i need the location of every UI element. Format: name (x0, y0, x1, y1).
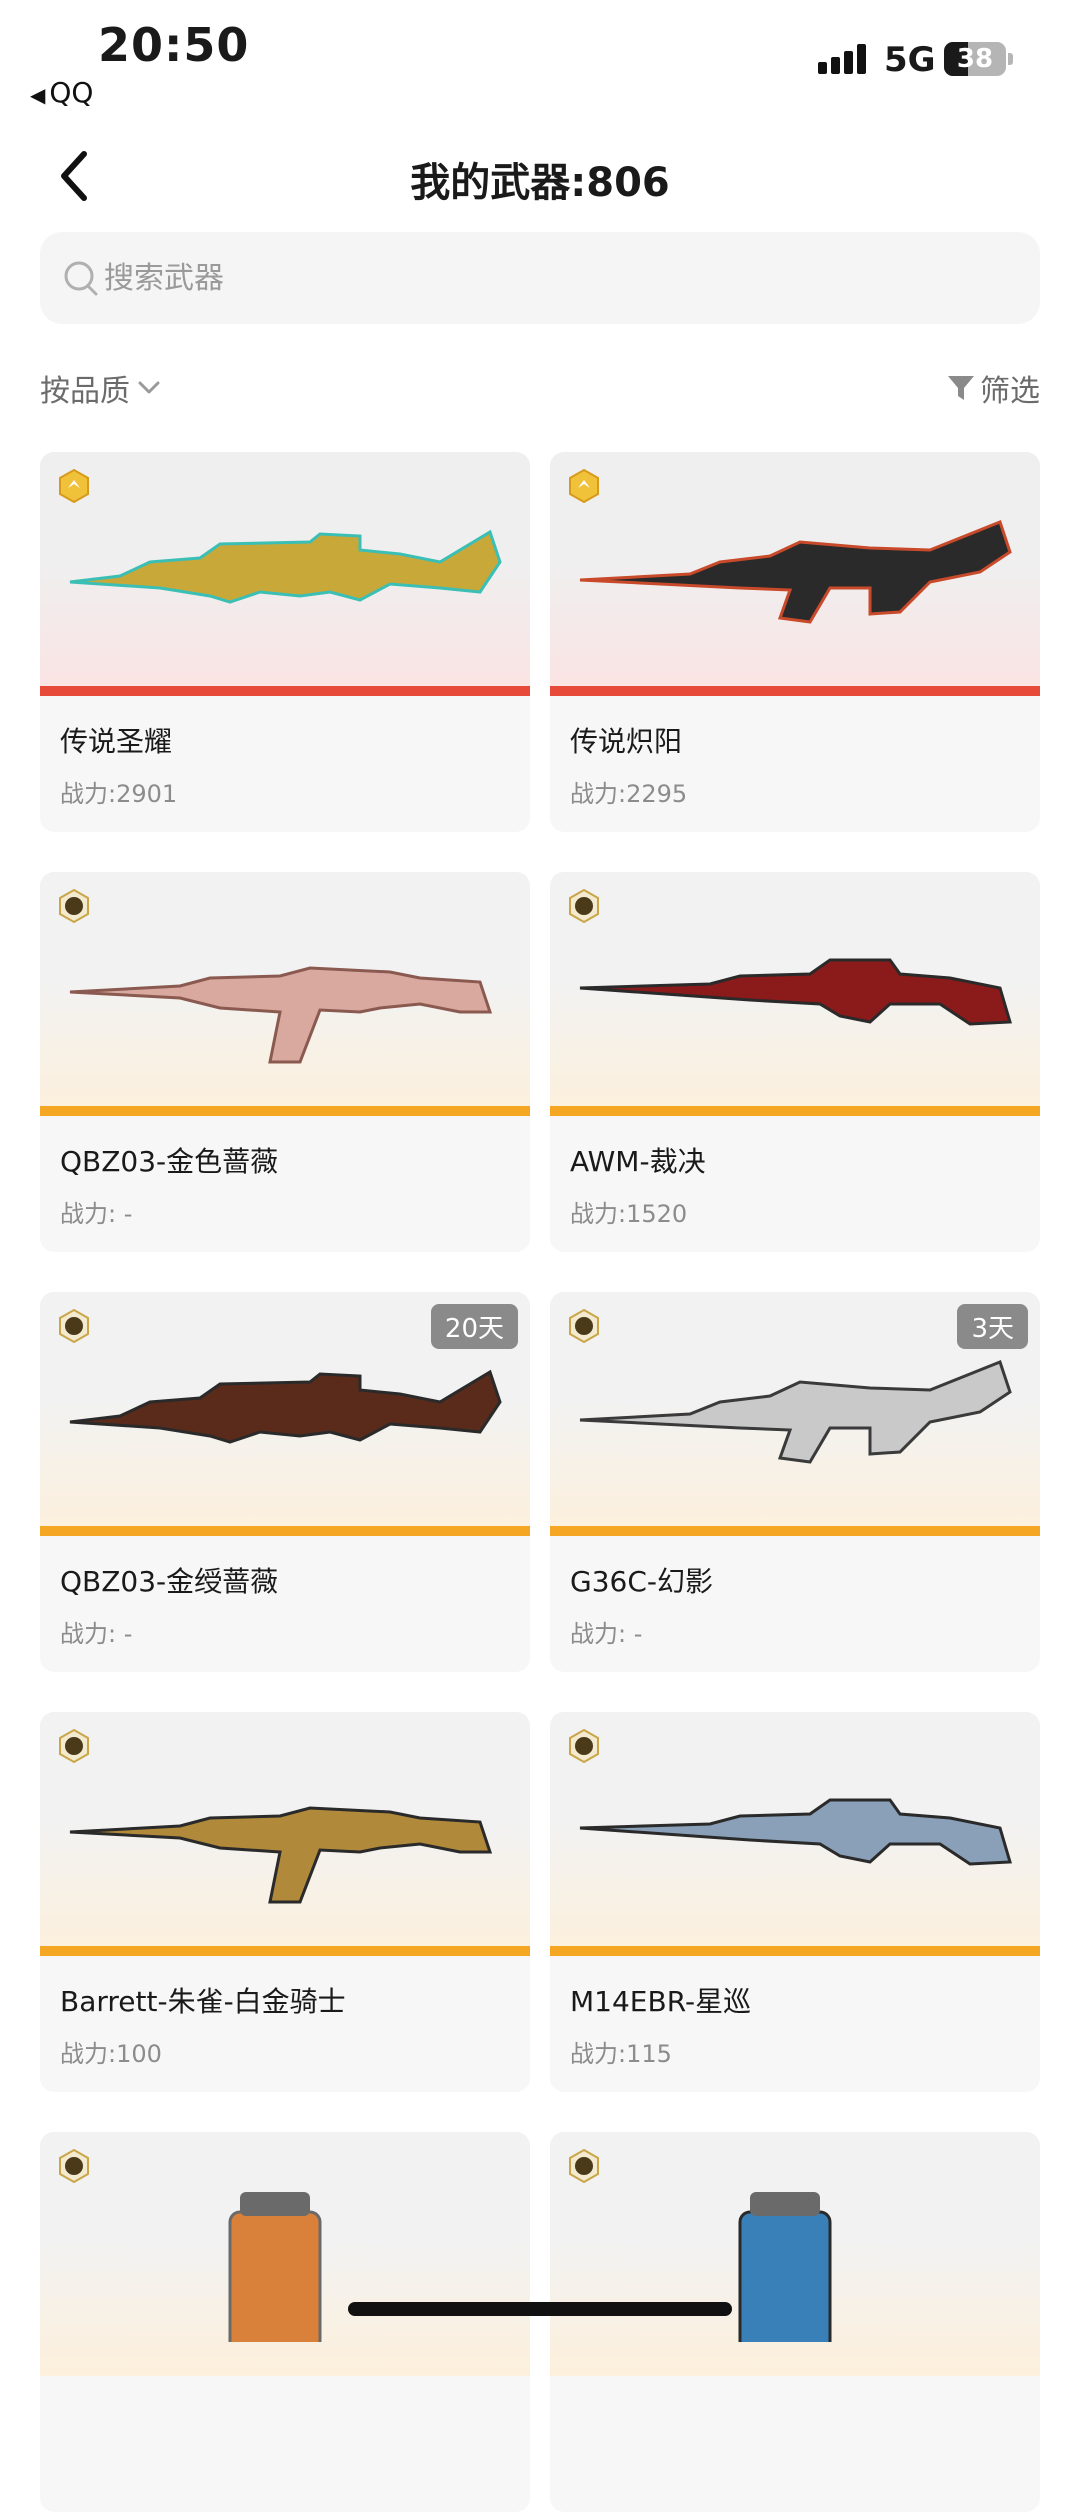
weapon-name: Barrett-朱雀-白金骑士 (60, 1985, 346, 2018)
v-badge-icon (569, 2148, 599, 2184)
weapon-power: 战力:2295 (570, 780, 688, 808)
weapon-illustration (228, 2192, 322, 2342)
page-title: 我的武器:806 (410, 160, 670, 206)
weapon-illustration (69, 1806, 493, 1904)
weapon-illustration (69, 1369, 502, 1444)
weapon-name: QBZ03-金色蔷薇 (60, 1145, 279, 1178)
weapon-power: 战力:100 (60, 2040, 162, 2068)
weapon-power: 战力:1520 (570, 1200, 688, 1228)
weapon-card[interactable]: 传说圣耀战力:2901 (40, 452, 530, 832)
battery-icon: 38 (944, 42, 1006, 76)
weapon-illustration (69, 966, 493, 1064)
quality-bar (550, 686, 1040, 696)
filter-button[interactable]: 筛选 (946, 366, 1040, 410)
weapon-illustration (69, 529, 502, 604)
weapon-card[interactable]: M14EBR-星巡战力:115 (550, 1712, 1040, 2092)
weapon-card[interactable] (40, 2132, 530, 2512)
status-bar: 20:50 ◀ QQ 5G 38 (0, 0, 1080, 120)
weapon-card[interactable]: AWM-裁决战力:1520 (550, 872, 1040, 1252)
weapon-image (550, 452, 1040, 696)
v-badge-icon (59, 2148, 89, 2184)
weapon-card[interactable]: QBZ03-金色蔷薇战力: - (40, 872, 530, 1252)
sort-label: 按品质 (40, 374, 130, 409)
quality-bar (40, 1526, 530, 1536)
weapon-card[interactable]: 20天 QBZ03-金绶蔷薇战力: - (40, 1292, 530, 1672)
back-to-app-link[interactable]: ◀ QQ (30, 76, 93, 109)
search-bar[interactable] (40, 232, 1040, 324)
search-input[interactable] (104, 232, 1004, 324)
weapon-illustration (738, 2192, 832, 2342)
quality-bar (550, 1106, 1040, 1116)
expiry-badge: 3天 (957, 1304, 1028, 1349)
weapon-power: 战力:115 (570, 2040, 672, 2068)
weapon-name: 传说圣耀 (60, 725, 173, 758)
weapon-power: 战力:2901 (60, 780, 178, 808)
back-app-label: QQ (49, 76, 94, 109)
quality-bar (40, 1946, 530, 1956)
weapon-image (550, 2132, 1040, 2376)
weapon-image (40, 1712, 530, 1956)
legend-badge-icon (569, 468, 599, 504)
weapon-card[interactable]: 3天 G36C-幻影战力: - (550, 1292, 1040, 1672)
weapon-card[interactable]: 传说炽阳战力:2295 (550, 452, 1040, 832)
v-badge-icon (569, 1308, 599, 1344)
weapon-name: M14EBR-星巡 (570, 1985, 752, 2018)
legend-badge-icon (59, 468, 89, 504)
search-icon (64, 261, 98, 296)
weapon-image: 3天 (550, 1292, 1040, 1536)
weapon-name: QBZ03-金绶蔷薇 (60, 1565, 279, 1598)
nav-bar: 我的武器:806 (0, 130, 1080, 220)
filter-label: 筛选 (980, 374, 1040, 409)
home-indicator (348, 2302, 732, 2316)
weapon-name: 传说炽阳 (570, 725, 683, 758)
weapon-power: 战力: - (60, 1200, 133, 1228)
weapon-power: 战力: - (60, 1620, 133, 1648)
expiry-badge: 20天 (430, 1304, 518, 1349)
weapon-image: 20天 (40, 1292, 530, 1536)
v-badge-icon (59, 1728, 89, 1764)
weapon-card[interactable] (550, 2132, 1040, 2512)
weapon-illustration (579, 1360, 1012, 1464)
battery-level: 38 (956, 44, 994, 74)
chevron-down-icon (138, 381, 160, 394)
weapon-name: G36C-幻影 (570, 1565, 713, 1598)
weapon-power: 战力: - (570, 1620, 643, 1648)
weapon-illustration (579, 520, 1012, 624)
quality-bar (550, 1526, 1040, 1536)
weapon-image (40, 2132, 530, 2376)
weapon-image (40, 872, 530, 1116)
quality-bar (550, 1946, 1040, 1956)
quality-bar (40, 686, 530, 696)
sort-by-quality-dropdown[interactable]: 按品质 (40, 366, 164, 410)
network-type: 5G (884, 40, 936, 80)
weapon-name: AWM-裁决 (570, 1145, 706, 1178)
signal-icon (818, 44, 866, 74)
quality-bar (40, 1106, 530, 1116)
v-badge-icon (569, 1728, 599, 1764)
status-time: 20:50 (98, 18, 250, 72)
v-badge-icon (569, 888, 599, 924)
weapon-illustration (579, 1798, 1012, 1866)
weapon-image (550, 1712, 1040, 1956)
weapon-card[interactable]: Barrett-朱雀-白金骑士战力:100 (40, 1712, 530, 2092)
battery-nub (1008, 53, 1013, 65)
weapon-image (550, 872, 1040, 1116)
weapon-image (40, 452, 530, 696)
weapon-illustration (579, 958, 1012, 1026)
v-badge-icon (59, 1308, 89, 1344)
back-triangle-icon: ◀ (30, 83, 46, 107)
filter-icon (948, 376, 974, 400)
v-badge-icon (59, 888, 89, 924)
